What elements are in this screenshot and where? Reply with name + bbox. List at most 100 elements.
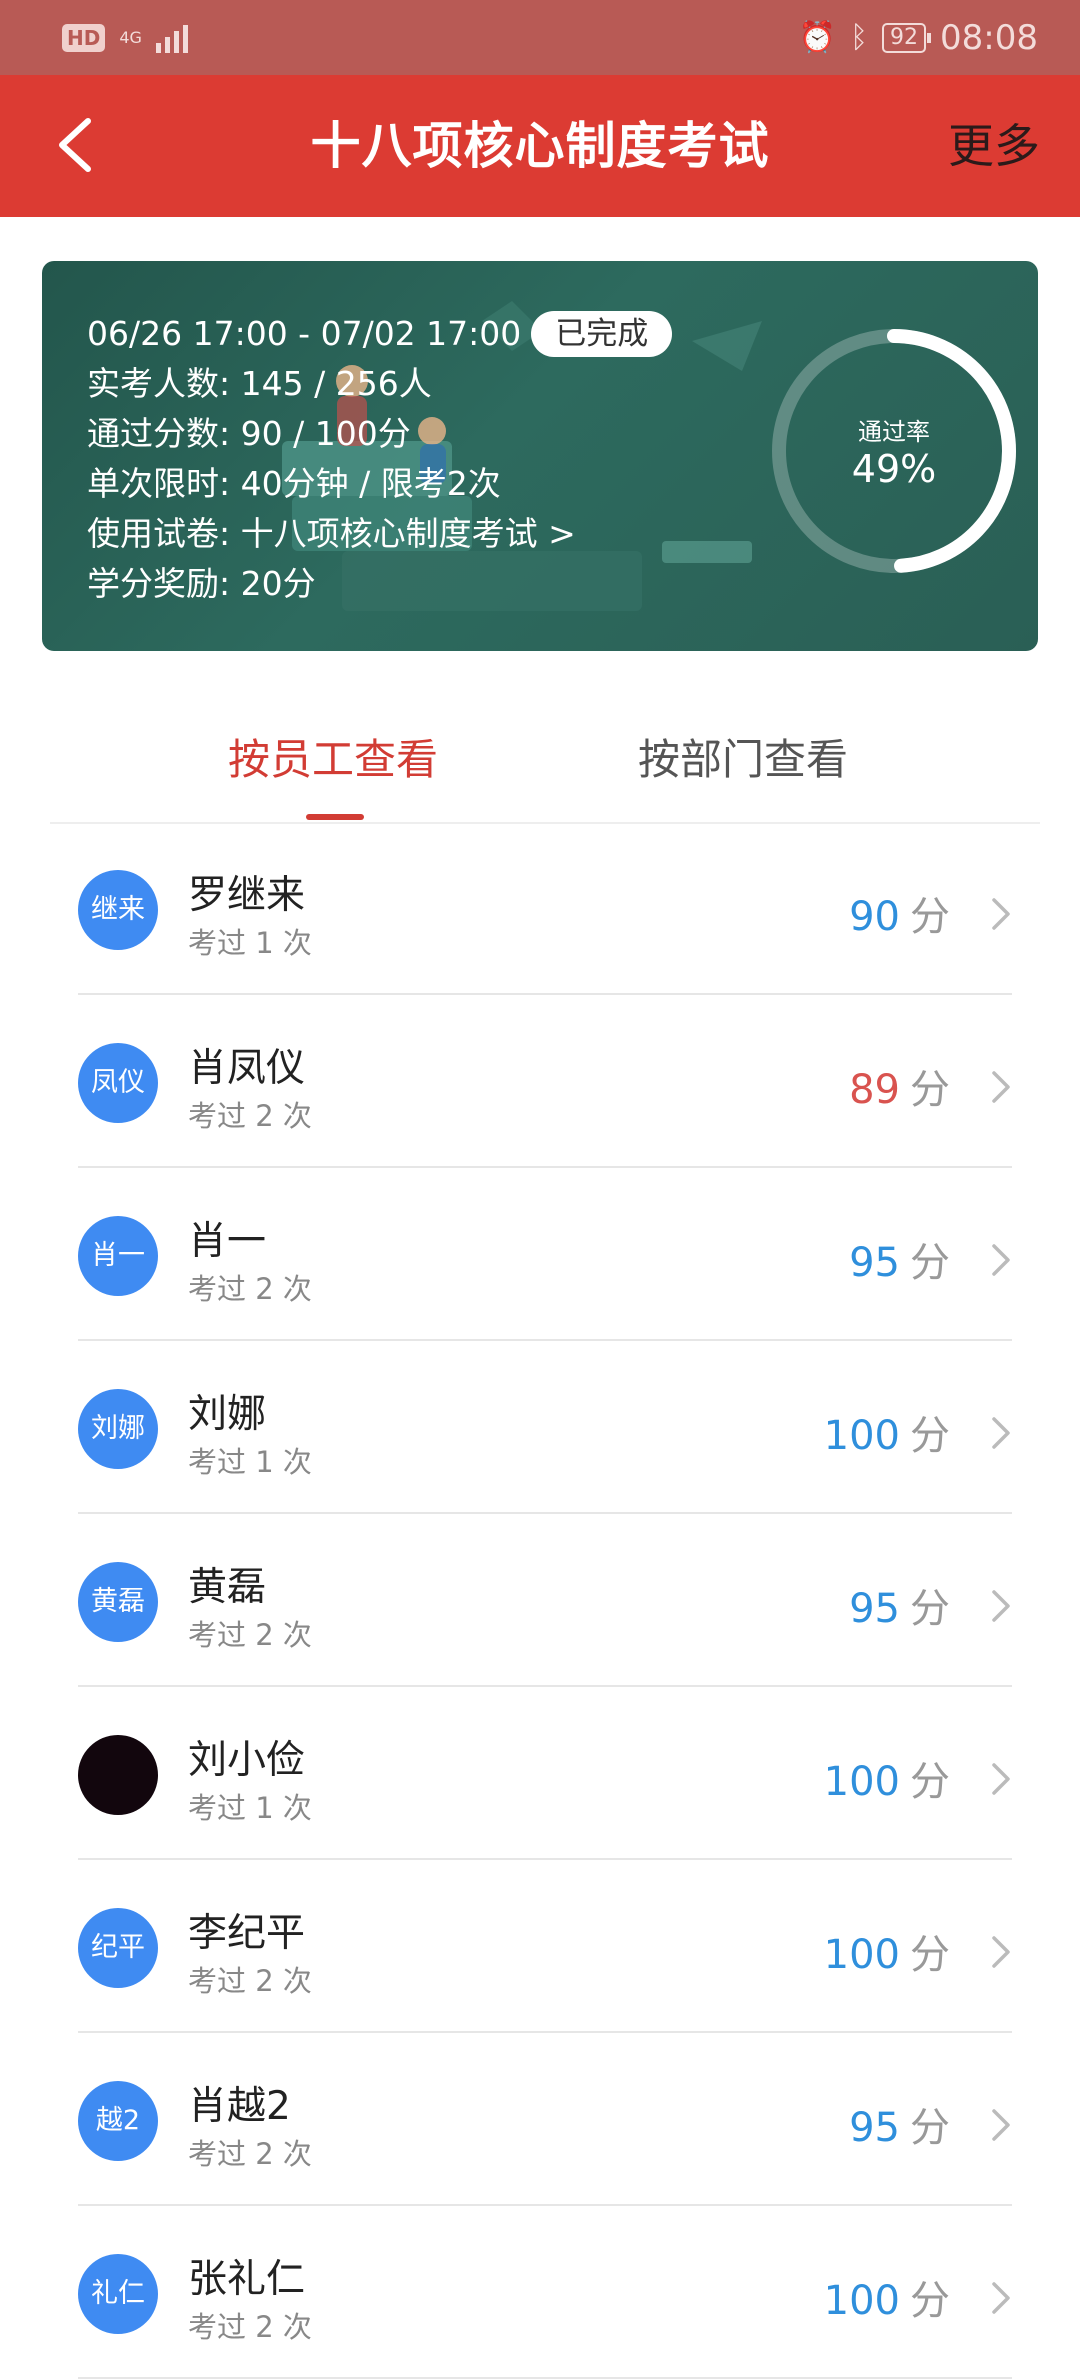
chevron-right-icon bbox=[992, 1936, 1010, 1968]
credit-value: 20分 bbox=[240, 564, 316, 603]
more-button[interactable]: 更多 bbox=[948, 75, 1040, 217]
employee-name: 黄磊 bbox=[188, 1565, 267, 1610]
score-unit: 分 bbox=[910, 1932, 950, 1978]
employee-list: 继来 罗继来 考过 1 次 90 分凤仪 肖凤仪 考过 2 次 89 分肖一 肖一 考过 2 次 95… bbox=[0, 822, 1080, 2379]
chevron-right-icon bbox=[992, 1417, 1010, 1449]
employee-row[interactable]: 继来 罗继来考过 1 次 90 分 bbox=[0, 822, 1080, 995]
score: 100 分 bbox=[824, 2268, 950, 2326]
avatar: 礼仁 bbox=[78, 2254, 158, 2334]
chevron-right-icon bbox=[992, 1763, 1010, 1795]
active-tab-indicator bbox=[306, 814, 364, 820]
score: 95 分 bbox=[849, 1230, 950, 1288]
score: 89 分 bbox=[849, 1057, 950, 1115]
chevron-right-icon bbox=[992, 1590, 1010, 1622]
score-value: 100 bbox=[823, 1932, 900, 1978]
score: 100 分 bbox=[824, 1922, 950, 1980]
score-value: 95 bbox=[849, 1586, 900, 1632]
view-tabs: 按员工查看 按部门查看 bbox=[50, 690, 1040, 824]
employee-name: 肖越2 bbox=[188, 2084, 291, 2129]
status-badge: 已完成 bbox=[531, 311, 673, 357]
score-value: 100 bbox=[823, 1413, 900, 1459]
exam-details: 06/26 17:00 - 07/02 17:00 已完成 实考人数: 145 … bbox=[87, 309, 673, 609]
score-unit: 分 bbox=[910, 2105, 950, 2151]
employee-row[interactable]: 礼仁 张礼仁 考过 2 次 100 分 bbox=[0, 2206, 1080, 2379]
employee-name: 肖一 bbox=[188, 1219, 267, 1264]
attempt-count: 考过 1 次 bbox=[188, 1791, 312, 1825]
attendance-row: 实考人数: 145 / 256人 bbox=[87, 364, 432, 403]
paper-link[interactable]: 十八项核心制度考试 > bbox=[241, 514, 576, 553]
avatar: 凤仪 bbox=[78, 1043, 158, 1123]
score-value: 95 bbox=[849, 2105, 900, 2151]
attempt-count: 考过 1 次 bbox=[188, 1445, 312, 1479]
attempt-count: 考过 2 次 bbox=[188, 1272, 312, 1306]
score-value: 100 bbox=[823, 2278, 900, 2324]
employee-row[interactable]: 凤仪 肖凤仪 考过 2 次 89 分 bbox=[0, 995, 1080, 1168]
status-bar: HD 4G ⏰ ᛒ 92 08:08 bbox=[0, 0, 1080, 75]
score-unit: 分 bbox=[910, 1413, 950, 1459]
chevron-right-icon bbox=[992, 898, 1010, 930]
score: 100 分 bbox=[824, 1749, 950, 1807]
alarm-icon: ⏰ bbox=[798, 20, 837, 55]
time-limit-value: 40分钟 / 限考2次 bbox=[240, 464, 501, 503]
employee-row[interactable]: 黄磊 黄磊 考过 2 次 95 分 bbox=[0, 1514, 1080, 1687]
exam-date-row: 06/26 17:00 - 07/02 17:00 已完成 bbox=[87, 309, 673, 359]
score-value: 95 bbox=[849, 1240, 900, 1286]
exam-summary-card: 06/26 17:00 - 07/02 17:00 已完成 实考人数: 145 … bbox=[42, 261, 1038, 651]
tab-by-department[interactable]: 按部门查看 bbox=[638, 730, 848, 790]
network-type: 4G bbox=[119, 27, 142, 47]
pass-score-value: 90 / 100分 bbox=[240, 414, 411, 453]
score-unit: 分 bbox=[910, 1067, 950, 1113]
battery-icon: 92 bbox=[882, 22, 932, 53]
employee-name: 肖凤仪 bbox=[188, 1046, 306, 1091]
chevron-right-icon bbox=[992, 2282, 1010, 2314]
score-unit: 分 bbox=[910, 1586, 950, 1632]
clock: 08:08 bbox=[940, 17, 1038, 58]
employee-name: 刘娜 bbox=[188, 1392, 267, 1437]
employee-name: 张礼仁 bbox=[188, 2257, 306, 2302]
employee-row[interactable]: 刘小俭考过 1 次 100 分 bbox=[0, 1687, 1080, 1860]
score-unit: 分 bbox=[910, 1240, 950, 1286]
employee-name: 罗继来 bbox=[188, 873, 306, 918]
pass-rate-text: 通过率 49% bbox=[764, 321, 1024, 581]
attempt-count: 考过 2 次 bbox=[188, 1964, 312, 1998]
exam-date-range: 06/26 17:00 - 07/02 17:00 bbox=[87, 314, 522, 353]
employee-name: 刘小俭 bbox=[188, 1738, 306, 1783]
avatar: 肖一 bbox=[78, 1216, 158, 1296]
pass-score-row: 通过分数: 90 / 100分 bbox=[87, 414, 411, 453]
score-value: 100 bbox=[823, 1759, 900, 1805]
app-header: 十八项核心制度考试 更多 bbox=[0, 75, 1080, 217]
score: 90 分 bbox=[849, 884, 950, 942]
attempt-count: 考过 1 次 bbox=[188, 926, 312, 960]
score: 100 分 bbox=[824, 1403, 950, 1461]
avatar: 刘娜 bbox=[78, 1389, 158, 1469]
chevron-right-icon bbox=[992, 1071, 1010, 1103]
avatar: 越2 bbox=[78, 2081, 158, 2161]
paper-row[interactable]: 使用试卷: 十八项核心制度考试 > bbox=[87, 509, 672, 559]
employee-row[interactable]: 越2 肖越2 考过 2 次 95 分 bbox=[0, 2033, 1080, 2206]
avatar: 纪平 bbox=[78, 1908, 158, 1988]
chevron-right-icon bbox=[992, 2109, 1010, 2141]
page-title: 十八项核心制度考试 bbox=[310, 117, 770, 175]
credit-row: 学分奖励: 20分 bbox=[87, 564, 316, 603]
employee-name: 李纪平 bbox=[188, 1911, 306, 1956]
hd-badge: HD bbox=[62, 23, 106, 52]
attendance-value: 145 / 256人 bbox=[240, 364, 432, 403]
status-right: ⏰ ᛒ 92 08:08 bbox=[799, 18, 1038, 58]
time-limit-row: 单次限时: 40分钟 / 限考2次 bbox=[87, 464, 501, 503]
tab-by-employee[interactable]: 按员工查看 bbox=[228, 730, 438, 790]
pass-rate-value: 49% bbox=[851, 446, 937, 491]
score: 95 分 bbox=[849, 2095, 950, 2153]
score-unit: 分 bbox=[910, 1759, 950, 1805]
avatar: 继来 bbox=[78, 870, 158, 950]
score-unit: 分 bbox=[910, 894, 950, 940]
employee-row[interactable]: 肖一 肖一 考过 2 次 95 分 bbox=[0, 1168, 1080, 1341]
attempt-count: 考过 2 次 bbox=[188, 1618, 312, 1652]
avatar: 黄磊 bbox=[78, 1562, 158, 1642]
employee-row[interactable]: 刘娜 刘娜 考过 1 次 100 分 bbox=[0, 1341, 1080, 1514]
score-value: 89 bbox=[849, 1067, 900, 1113]
score-value: 90 bbox=[849, 894, 900, 940]
status-left: HD 4G bbox=[62, 23, 188, 53]
bluetooth-icon: ᛒ bbox=[850, 20, 869, 55]
employee-row[interactable]: 纪平 李纪平考过 2 次 100 分 bbox=[0, 1860, 1080, 2033]
avatar bbox=[78, 1735, 158, 1815]
